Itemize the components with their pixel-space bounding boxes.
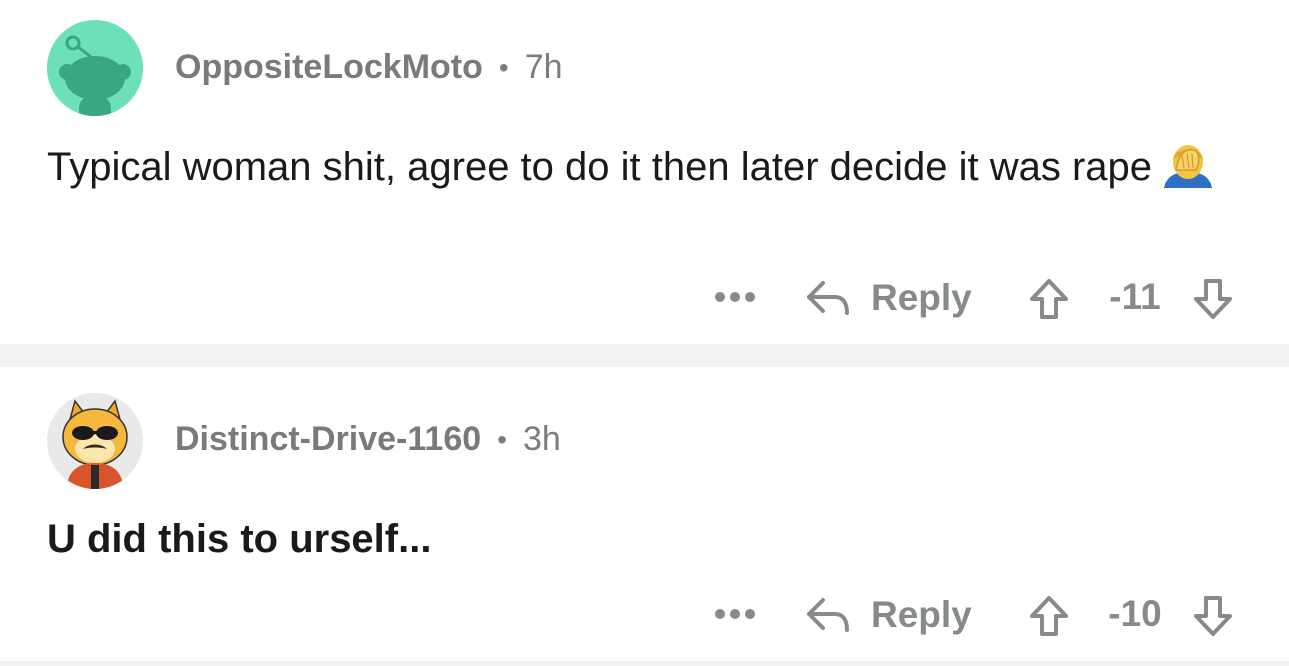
reply-button[interactable]: Reply [805, 268, 972, 328]
reply-label: Reply [871, 594, 972, 635]
avatar[interactable] [47, 393, 143, 489]
username[interactable]: Distinct-Drive-1160 [175, 420, 481, 459]
comment-1: OppositeLockMoto • 7h Typical woman shit… [0, 0, 1289, 344]
downvote-icon[interactable] [1193, 595, 1233, 642]
facepalm-emoji-icon [1160, 140, 1216, 188]
meta-separator: • [497, 423, 507, 455]
vote-score: -10 [1108, 593, 1162, 634]
more-options-icon[interactable] [714, 607, 756, 621]
reply-label: Reply [871, 277, 972, 318]
comment-text: U did this to urself... [47, 517, 432, 561]
username[interactable]: OppositeLockMoto [175, 48, 483, 87]
comment-meta: OppositeLockMoto • 7h [175, 48, 563, 87]
comment-actions: Reply -10 [0, 585, 1289, 645]
timestamp: 3h [522, 420, 561, 458]
upvote-icon[interactable] [1029, 595, 1069, 642]
meta-separator: • [498, 51, 509, 83]
comment-body: Typical woman shit, agree to do it then … [47, 140, 1257, 195]
vote-score: -11 [1109, 276, 1161, 317]
reply-arrow-icon [807, 281, 849, 315]
upvote-icon[interactable] [1029, 278, 1069, 325]
comment-meta: Distinct-Drive-1160 • 3h [175, 420, 561, 459]
reply-button[interactable]: Reply [805, 585, 972, 645]
downvote-icon[interactable] [1193, 278, 1233, 325]
snoo-avatar-icon [47, 20, 143, 116]
comment-2: Distinct-Drive-1160 • 3h U did this to u… [0, 367, 1289, 661]
comment-text: Typical woman shit, agree to do it then … [47, 145, 1153, 189]
timestamp: 7h [524, 48, 563, 86]
bottom-divider [0, 661, 1289, 666]
comment-divider [0, 344, 1289, 367]
comment-body: U did this to urself... [47, 512, 1257, 567]
comment-actions: Reply -11 [0, 268, 1289, 328]
reply-arrow-icon [807, 598, 849, 632]
more-options-icon[interactable] [714, 290, 756, 304]
shiba-avatar-icon [47, 393, 143, 489]
avatar[interactable] [47, 20, 143, 116]
